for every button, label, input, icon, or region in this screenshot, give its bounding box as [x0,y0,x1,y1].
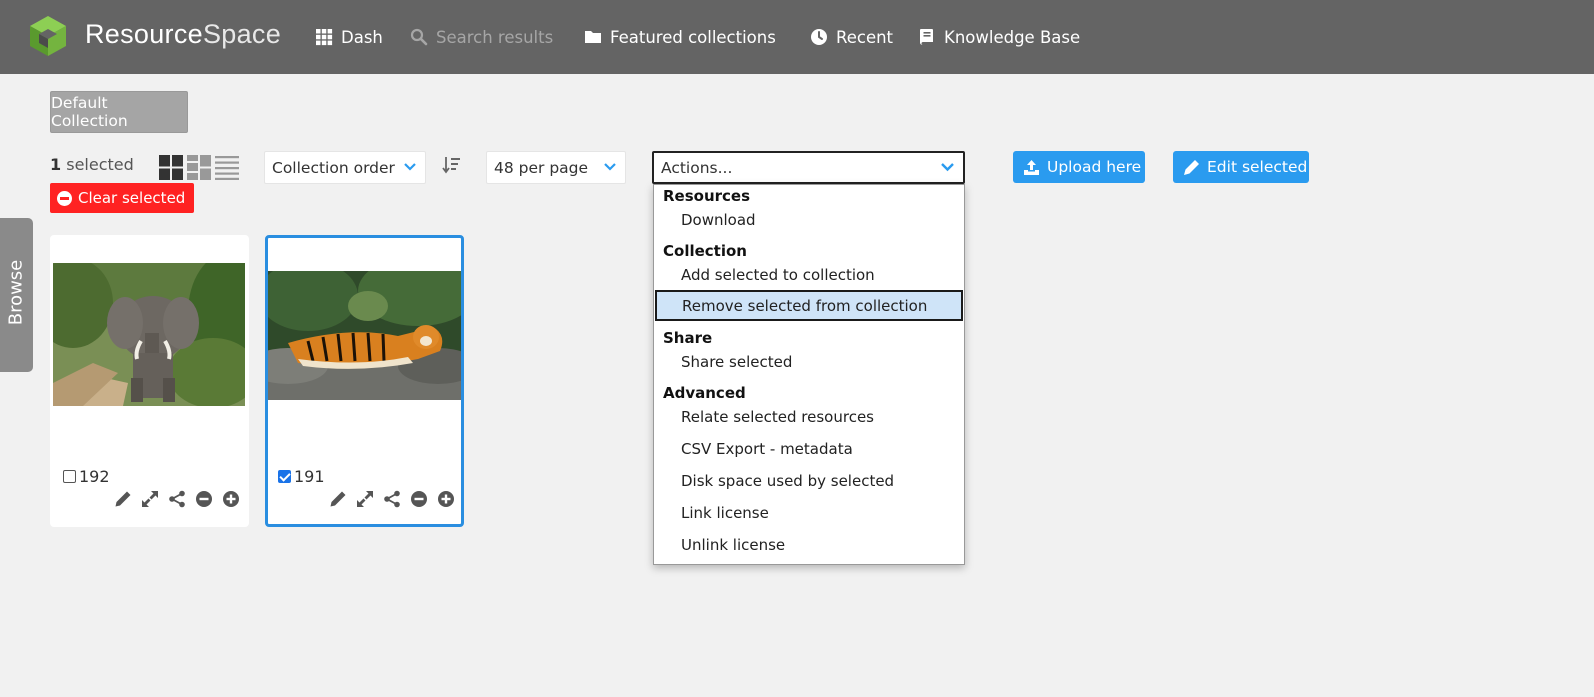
nav-dash-label: Dash [341,27,383,47]
brand-light: Space [202,19,282,49]
option-remove-selected-from-collection[interactable]: Remove selected from collection [655,290,963,321]
option-csv-export[interactable]: CSV Export - metadata [654,433,964,464]
upload-here-button[interactable]: Upload here [1013,151,1145,183]
option-disk-space[interactable]: Disk space used by selected [654,465,964,496]
thumbs-large-view-icon[interactable] [159,155,183,180]
resourcespace-logo-icon[interactable] [27,15,69,57]
chevron-down-icon [404,163,416,171]
option-unlink-license[interactable]: Unlink license [654,529,964,560]
nav-recent[interactable]: Recent [810,25,893,49]
sort-order-value: Collection order [272,158,395,177]
actions-select[interactable]: Actions... [652,151,965,184]
option-relate-selected-resources[interactable]: Relate selected resources [654,401,964,432]
per-page-select[interactable]: 48 per page [486,151,626,184]
edit-pencil-icon[interactable] [114,490,132,508]
option-download[interactable]: Download [654,204,964,235]
actions-dropdown-menu: Resources Download Collection Add select… [653,184,965,565]
default-collection-button[interactable]: Default Collection [50,91,188,133]
browse-side-tab[interactable]: Browse [0,218,33,372]
edit-selected-button[interactable]: Edit selected [1173,151,1309,183]
nav-recent-label: Recent [836,27,894,47]
remove-from-collection-icon[interactable] [410,490,428,508]
nav-search-results-label: Search results [436,27,554,47]
clear-selected-button[interactable]: Clear selected [50,183,194,213]
elephant-image [53,263,245,406]
book-icon [920,29,933,45]
resource-tools [114,490,240,508]
selected-count-number: 1 [50,155,62,174]
nav-featured-collections[interactable]: Featured collections [584,25,776,49]
list-view-icon[interactable] [215,155,239,180]
view-mode-switcher [159,155,239,180]
group-advanced: Advanced [663,384,746,402]
upload-icon [1024,159,1039,175]
add-to-collection-icon[interactable] [437,490,455,508]
share-icon[interactable] [168,490,186,508]
selected-count-label: selected [61,155,134,174]
nav-dash[interactable]: Dash [315,25,383,49]
resource-select-checkbox[interactable]: 192 [63,467,110,486]
chevron-down-icon [941,163,954,172]
actions-select-value: Actions... [661,158,733,177]
resource-thumbnail-elephant[interactable] [53,263,245,406]
pencil-icon [1184,159,1199,175]
tiger-image [268,271,461,400]
upload-here-label: Upload here [1047,158,1142,176]
resource-select-checkbox[interactable]: 191 [278,467,325,486]
share-icon[interactable] [383,490,401,508]
chevron-down-icon [604,163,616,171]
clock-icon [811,29,827,45]
resource-card[interactable]: 191 [265,235,464,527]
resource-id: 191 [294,467,325,486]
sort-order-select[interactable]: Collection order [264,151,426,184]
resource-tools [329,490,455,508]
top-header: ResourceSpace Dash Search results Featur… [0,0,1594,74]
group-share: Share [663,329,713,347]
minus-circle-icon [57,190,72,206]
option-share-selected[interactable]: Share selected [654,346,964,377]
resource-card[interactable]: 192 [50,235,249,527]
nav-knowledge-base-label: Knowledge Base [944,27,1081,47]
browse-tab-label: Browse [5,259,27,326]
per-page-value: 48 per page [494,158,589,177]
nav-featured-collections-label: Featured collections [610,27,776,47]
add-to-collection-icon[interactable] [222,490,240,508]
clear-selected-label: Clear selected [78,189,186,207]
search-icon [410,28,428,46]
remove-from-collection-icon[interactable] [195,490,213,508]
checkbox-checked[interactable] [278,470,291,483]
option-add-selected-to-collection[interactable]: Add selected to collection [654,259,964,290]
edit-pencil-icon[interactable] [329,490,347,508]
checkbox-unchecked[interactable] [63,470,76,483]
brand-bold: Resource [85,19,203,49]
brand-name[interactable]: ResourceSpace [85,19,281,50]
option-link-license[interactable]: Link license [654,497,964,528]
thumbs-small-view-icon[interactable] [187,155,211,180]
edit-selected-label: Edit selected [1207,158,1308,176]
nav-search-results[interactable]: Search results [410,25,553,49]
group-collection: Collection [663,242,747,260]
nav-knowledge-base[interactable]: Knowledge Base [918,25,1080,49]
fullscreen-expand-icon[interactable] [141,490,159,508]
group-resources: Resources [663,187,751,205]
resource-thumbnail-tiger[interactable] [268,271,461,400]
resource-id: 192 [79,467,110,486]
grid-icon [316,29,333,46]
fullscreen-expand-icon[interactable] [356,490,374,508]
sort-direction-icon[interactable] [442,156,462,174]
folder-icon [585,31,601,43]
selected-count: 1 selected [50,155,134,174]
